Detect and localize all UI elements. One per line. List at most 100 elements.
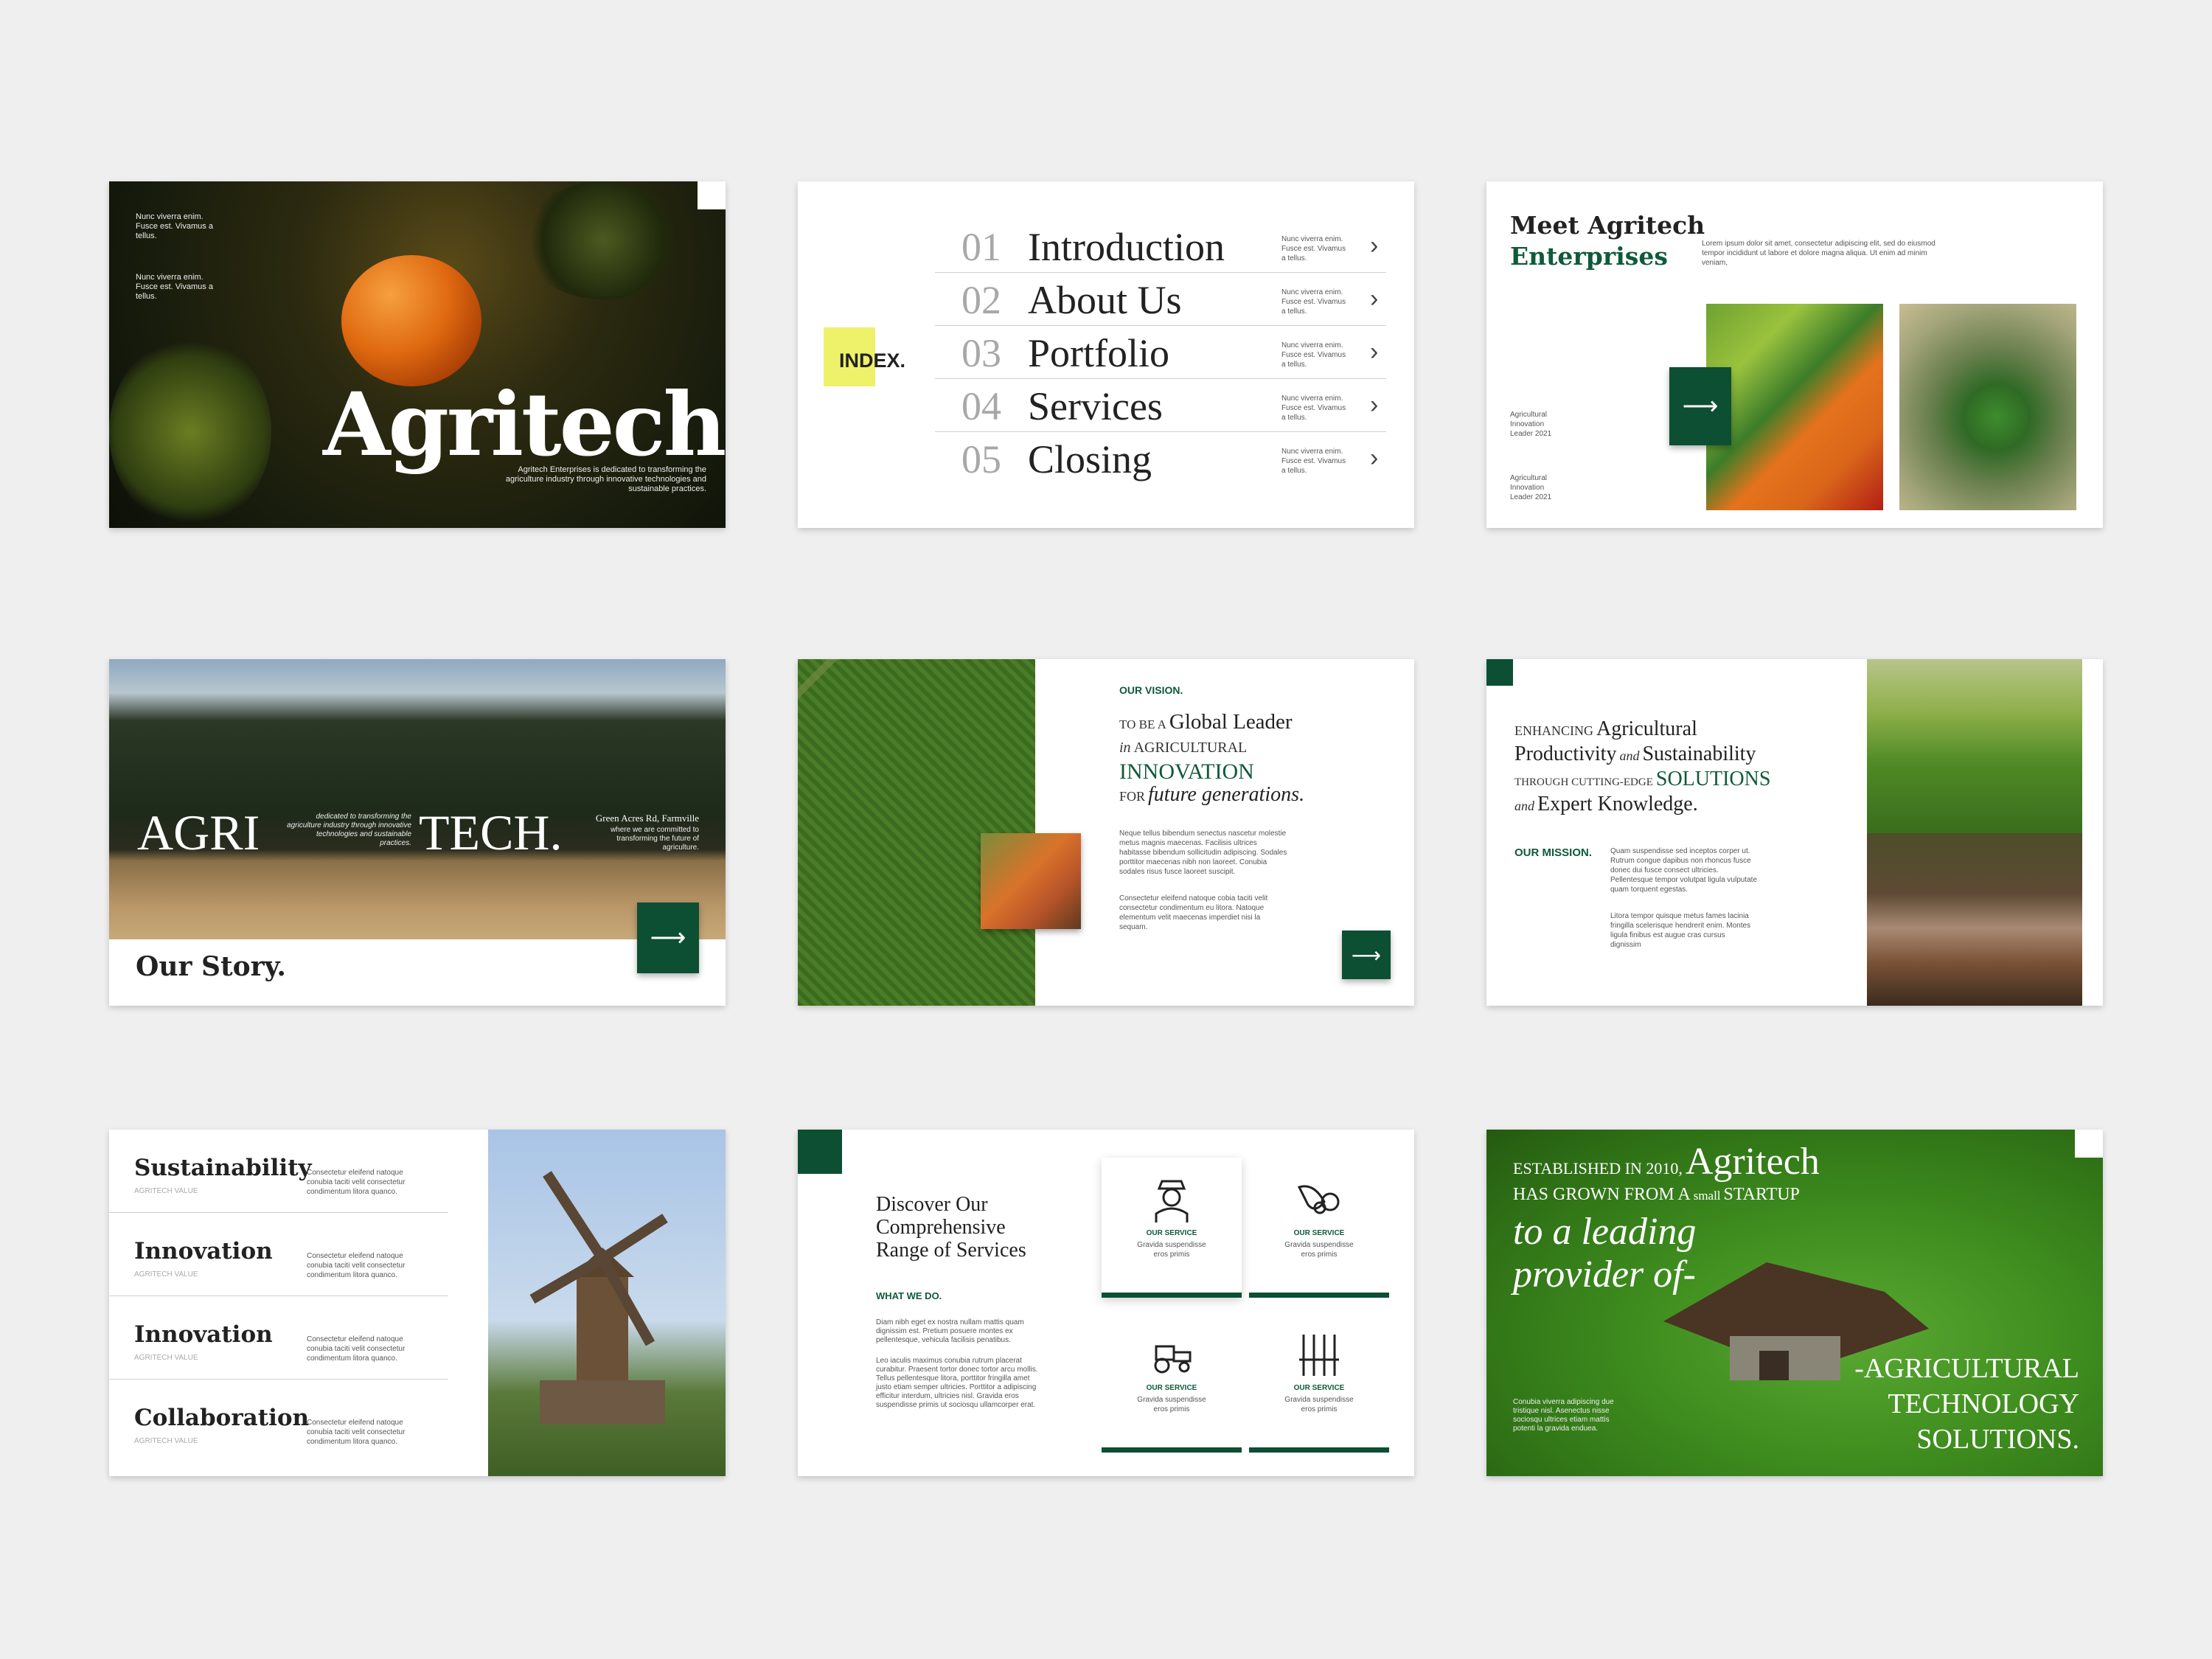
established-text: -AGRICULTURAL	[1854, 1353, 2079, 1384]
vision-text: TO BE A	[1119, 717, 1166, 731]
established-solutions: -AGRICULTURAL TECHNOLOGY SOLUTIONS.	[1854, 1351, 2079, 1457]
vision-label: OUR VISION.	[1119, 684, 1183, 696]
field-aerial-image	[798, 659, 1035, 1006]
next-arrow-button[interactable]: ⟶	[637, 902, 699, 973]
established-text: HAS GROWN FROM A	[1513, 1185, 1691, 1204]
leaf-shape	[522, 181, 684, 299]
value-item[interactable]: Innovation AGRITECH VALUE Consectetur el…	[109, 1213, 448, 1296]
index-note: Nunc viverra enim. Fusce est. Vivamus a …	[1281, 341, 1346, 369]
slide-index[interactable]: INDEX. 01 Introduction Nunc viverra enim…	[798, 181, 1414, 528]
arrow-right-icon: ⟶	[650, 924, 686, 952]
chevron-right-icon[interactable]: ›	[1370, 285, 1378, 313]
meet-caption-2: Agricultural Innovation Leader 2021	[1510, 474, 1552, 501]
next-arrow-button[interactable]: ⟶	[1669, 367, 1731, 445]
slide-vision[interactable]: OUR VISION. TO BE A Global Leader in AGR…	[798, 659, 1414, 1006]
value-description: Consectetur eleifend natoque conubia tac…	[307, 1252, 406, 1279]
index-title: Closing	[1028, 437, 1152, 481]
mission-text: and	[1619, 748, 1640, 763]
service-description: Gravida suspendisse eros primis	[1137, 1396, 1206, 1413]
next-arrow-button[interactable]: ⟶	[1342, 931, 1391, 979]
values-list: Sustainability AGRITECH VALUE Consectetu…	[109, 1130, 448, 1463]
windmill-icon	[529, 1171, 668, 1425]
cattle-image	[1867, 833, 2082, 1006]
story-tech-word: TECH.	[419, 804, 563, 860]
index-item[interactable]: 03 Portfolio Nunc viverra enim. Fusce es…	[935, 326, 1386, 379]
slide-services[interactable]: Discover Our Comprehensive Range of Serv…	[798, 1130, 1414, 1476]
value-title: Sustainability	[134, 1155, 312, 1181]
index-item[interactable]: 04 Services Nunc viverra enim. Fusce est…	[935, 379, 1386, 432]
slide-meet[interactable]: Meet Agritech Enterprises Lorem ipsum do…	[1486, 181, 2103, 528]
chevron-right-icon[interactable]: ›	[1370, 391, 1378, 420]
services-paragraph-2: Leo iaculis maximus conubia rutrum place…	[876, 1357, 1038, 1409]
index-item[interactable]: 02 About Us Nunc viverra enim. Fusce est…	[935, 273, 1386, 326]
service-label: OUR SERVICE	[1146, 1229, 1197, 1237]
slide-mission[interactable]: ENHANCING Agricultural Productivity and …	[1486, 659, 2103, 1006]
established-text: ESTABLISHED IN 2010,	[1513, 1159, 1683, 1178]
chevron-right-icon[interactable]: ›	[1370, 338, 1378, 366]
mission-text: Productivity	[1514, 742, 1617, 765]
index-note: Nunc viverra enim. Fusce est. Vivamus a …	[1281, 235, 1346, 262]
slide-established[interactable]: ESTABLISHED IN 2010, Agritech HAS GROWN …	[1486, 1130, 2103, 1476]
mission-text: ENHANCING	[1514, 723, 1593, 738]
corner-square	[698, 181, 726, 209]
service-description: Gravida suspendisse eros primis	[1137, 1241, 1206, 1259]
vision-statement: TO BE A Global Leader in AGRICULTURAL IN…	[1119, 711, 1399, 809]
slide-cover[interactable]: Nunc viverra enim. Fusce est. Vivamus a …	[109, 181, 726, 528]
vision-text: future generations.	[1148, 783, 1305, 806]
service-card[interactable]: OUR SERVICE Gravida suspendisse eros pri…	[1249, 1312, 1389, 1453]
service-card[interactable]: OUR SERVICE Gravida suspendisse eros pri…	[1249, 1158, 1389, 1298]
service-label: OUR SERVICE	[1293, 1384, 1345, 1392]
chevron-right-icon[interactable]: ›	[1370, 232, 1378, 260]
story-mid-note: dedicated to transforming the agricultur…	[287, 813, 411, 847]
slide-values[interactable]: Sustainability AGRITECH VALUE Consectetu…	[109, 1130, 726, 1476]
index-number: 02	[961, 278, 1001, 322]
index-item[interactable]: 05 Closing Nunc viverra enim. Fusce est.…	[935, 432, 1386, 485]
index-note: Nunc viverra enim. Fusce est. Vivamus a …	[1281, 448, 1346, 475]
vision-text: FOR	[1119, 789, 1146, 804]
orange-fruit	[341, 255, 481, 386]
mission-text: and	[1514, 799, 1534, 813]
value-subtitle: AGRITECH VALUE	[134, 1437, 198, 1445]
story-address: Green Acres Rd, Farmville	[595, 813, 699, 824]
value-description: Consectetur eleifend natoque conubia tac…	[307, 1335, 406, 1363]
established-text: TECHNOLOGY	[1888, 1388, 2079, 1419]
meet-title-line2: Enterprises	[1510, 242, 1668, 271]
mission-label: OUR MISSION.	[1514, 846, 1593, 859]
value-item[interactable]: Innovation AGRITECH VALUE Consectetur el…	[109, 1296, 448, 1380]
cover-title: Agritech.	[323, 373, 726, 476]
forest-image	[109, 659, 726, 939]
established-tagline: to a leading provider of-	[1513, 1211, 1696, 1296]
vision-text: in	[1119, 740, 1131, 756]
index-note: Nunc viverra enim. Fusce est. Vivamus a …	[1281, 288, 1346, 316]
service-card[interactable]: OUR SERVICE Gravida suspendisse eros pri…	[1102, 1158, 1242, 1298]
produce-image	[981, 833, 1081, 929]
value-subtitle: AGRITECH VALUE	[134, 1270, 198, 1279]
services-title: Discover Our Comprehensive Range of Serv…	[876, 1193, 1026, 1262]
slide-our-story[interactable]: AGRI dedicated to transforming the agric…	[109, 659, 726, 1006]
cover-note-1: Nunc viverra enim. Fusce est. Vivamus a …	[136, 212, 213, 240]
index-title: Services	[1028, 384, 1163, 428]
established-text: STARTUP	[1723, 1185, 1800, 1204]
value-description: Consectetur eleifend natoque conubia tac…	[307, 1419, 406, 1446]
harvest-icon	[1297, 1185, 1340, 1214]
value-subtitle: AGRITECH VALUE	[134, 1187, 198, 1195]
chevron-right-icon[interactable]: ›	[1370, 444, 1378, 473]
meet-caption-1: Agricultural Innovation Leader 2021	[1510, 411, 1552, 438]
vegetables-image	[1706, 304, 1883, 510]
vision-text: AGRICULTURAL	[1133, 740, 1248, 756]
mission-text: SOLUTIONS	[1655, 768, 1771, 790]
arrow-right-icon: ⟶	[1682, 392, 1719, 420]
tomato-plant-image	[1899, 304, 2076, 510]
value-title: Innovation	[134, 1238, 273, 1265]
cover-note-2: Nunc viverra enim. Fusce est. Vivamus a …	[136, 273, 213, 301]
value-description: Consectetur eleifend natoque conubia tac…	[307, 1169, 406, 1196]
value-item[interactable]: Sustainability AGRITECH VALUE Consectetu…	[109, 1130, 448, 1213]
story-address-note: where we are committed to transforming t…	[610, 826, 699, 852]
index-item[interactable]: 01 Introduction Nunc viverra enim. Fusce…	[935, 220, 1386, 273]
mission-text: Sustainability	[1642, 742, 1756, 765]
cover-description: Agritech Enterprises is dedicated to tra…	[505, 465, 706, 493]
value-title: Collaboration	[134, 1405, 310, 1431]
farmer-icon	[1155, 1180, 1189, 1222]
service-card[interactable]: OUR SERVICE Gravida suspendisse eros pri…	[1102, 1312, 1242, 1453]
value-item[interactable]: Collaboration AGRITECH VALUE Consectetur…	[109, 1380, 448, 1463]
